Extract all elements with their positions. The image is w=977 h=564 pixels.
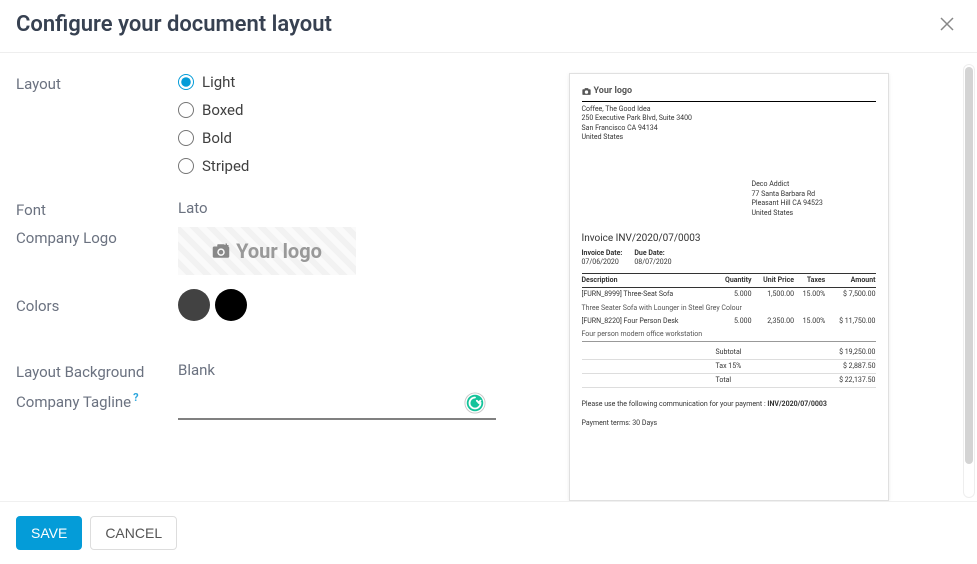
logo-label: Company Logo (16, 227, 178, 247)
font-select[interactable]: Lato (178, 199, 496, 217)
tagline-input[interactable] (178, 389, 496, 420)
modal-footer: SAVE CANCEL (0, 501, 977, 564)
camera-icon (582, 87, 591, 96)
config-form: Layout Light Boxed Bold (16, 73, 496, 501)
modal-header: Configure your document layout (0, 0, 977, 53)
layout-option-label: Boxed (202, 101, 243, 119)
save-button[interactable]: SAVE (16, 516, 82, 550)
layout-option-label: Striped (202, 157, 249, 175)
table-row: [FURN_8999] Three-Seat Sofa 5.000 1,500.… (582, 288, 876, 302)
preview-payment-terms: Payment terms: 30 Days (582, 419, 876, 428)
close-icon (939, 16, 955, 32)
grammarly-icon[interactable] (464, 392, 486, 414)
font-label: Font (16, 199, 178, 219)
preview-panel: Your logo Coffee, The Good Idea 250 Exec… (496, 73, 961, 501)
preview-dates: Invoice Date:07/06/2020 Due Date:08/07/2… (582, 249, 876, 267)
layout-option-boxed[interactable]: Boxed (178, 101, 496, 119)
logo-placeholder-text: Your logo (236, 239, 322, 263)
table-row: [FURN_8220] Four Person Desk 5.000 2,350… (582, 315, 876, 328)
radio-striped[interactable] (178, 158, 194, 174)
preview-bill-to: Deco Addict 77 Santa Barbara Rd Pleasant… (752, 180, 876, 218)
cancel-button[interactable]: CANCEL (90, 516, 177, 550)
layout-option-label: Light (202, 73, 235, 91)
radio-light[interactable] (178, 74, 194, 90)
tagline-label: Company Tagline? (16, 389, 178, 411)
company-logo-upload[interactable]: Your logo (178, 227, 356, 275)
help-icon[interactable]: ? (133, 391, 138, 404)
scrollbar-thumb[interactable] (965, 67, 973, 464)
colors-label: Colors (16, 295, 178, 315)
preview-line-table: Description Quantity Unit Price Taxes Am… (582, 273, 876, 341)
table-row: Four person modern office workstation (582, 328, 876, 342)
close-button[interactable] (933, 10, 961, 38)
layout-option-light[interactable]: Light (178, 73, 496, 91)
table-row: Three Seater Sofa with Lounger in Steel … (582, 302, 876, 315)
layout-option-label: Bold (202, 129, 232, 147)
background-select[interactable]: Blank (178, 361, 496, 379)
preview-logo: Your logo (582, 86, 876, 98)
radio-bold[interactable] (178, 130, 194, 146)
preview-invoice-title: Invoice INV/2020/07/0003 (582, 232, 876, 245)
layout-option-bold[interactable]: Bold (178, 129, 496, 147)
layout-option-striped[interactable]: Striped (178, 157, 496, 175)
preview-totals: Subtotal$ 19,250.00 Tax 15%$ 2,887.50 To… (582, 346, 876, 388)
preview-company-address: Coffee, The Good Idea 250 Executive Park… (582, 105, 876, 143)
document-preview: Your logo Coffee, The Good Idea 250 Exec… (569, 73, 889, 501)
camera-plus-icon (212, 243, 230, 259)
color-swatch-primary[interactable] (178, 289, 210, 321)
background-label: Layout Background (16, 361, 178, 381)
radio-boxed[interactable] (178, 102, 194, 118)
modal-title: Configure your document layout (16, 12, 332, 37)
color-swatches (178, 289, 496, 321)
layout-label: Layout (16, 73, 178, 93)
layout-radio-group: Light Boxed Bold Striped (178, 73, 496, 175)
scrollbar[interactable] (963, 64, 975, 498)
color-swatch-secondary[interactable] (215, 289, 247, 321)
preview-payment-note: Please use the following communication f… (582, 400, 876, 409)
